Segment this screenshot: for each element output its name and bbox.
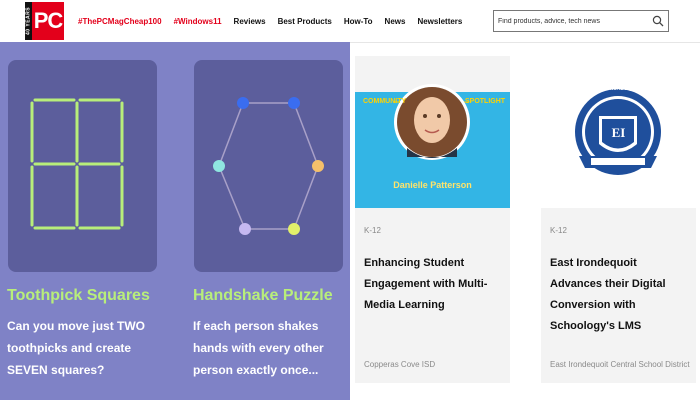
- card-title[interactable]: East Irondequoit Advances their Digital …: [550, 253, 690, 337]
- search-input[interactable]: [498, 14, 648, 28]
- toothpick-title[interactable]: Toothpick Squares: [7, 287, 150, 305]
- handshake-puzzle-card[interactable]: [194, 60, 343, 272]
- banner-spotlight: SPOTLIGHT: [465, 98, 506, 105]
- banner-community: COMMUNITY: [363, 98, 407, 105]
- article-card-east-irondequoit[interactable]: EAST IRONDEQUOIT EI K-12 East Irondequoi…: [541, 56, 696, 383]
- description-line: person exactly once...: [193, 363, 319, 377]
- site-header: 40 YEARS PC #ThePCMagCheap100 #Windows11…: [0, 0, 700, 43]
- description-line: If each person shakes: [193, 319, 319, 333]
- toothpick-grid-icon: [30, 98, 124, 230]
- toothpick-description: Can you move just TWO toothpicks and cre…: [7, 315, 167, 381]
- spotlight-person-name: Danielle Patterson: [393, 180, 472, 190]
- toothpick-puzzle-card[interactable]: [8, 60, 157, 272]
- description-line: SEVEN squares?: [7, 363, 105, 377]
- handshake-description: If each person shakes hands with every o…: [193, 315, 353, 381]
- handshake-title[interactable]: Handshake Puzzle: [193, 287, 333, 305]
- nav-link-windows11[interactable]: #Windows11: [174, 17, 222, 26]
- seal-initials: EI: [611, 125, 626, 140]
- nav-link-news[interactable]: News: [385, 17, 406, 26]
- search-icon[interactable]: [652, 15, 664, 27]
- main-nav: #ThePCMagCheap100 #Windows11 Reviews Bes…: [78, 0, 462, 42]
- card-source: East Irondequoit Central School District: [550, 360, 690, 369]
- card-title[interactable]: Enhancing Student Engagement with Multi-…: [364, 253, 504, 316]
- article-card-spotlight[interactable]: COMMUNITY SPOTLIGHT Danielle Patterson K…: [355, 56, 510, 383]
- nav-link-reviews[interactable]: Reviews: [234, 17, 266, 26]
- card-source: Copperas Cove ISD: [364, 360, 436, 369]
- logo-anniversary-label: 40 YEARS: [25, 2, 32, 40]
- search-box: [493, 10, 669, 32]
- nav-link-cheap100[interactable]: #ThePCMagCheap100: [78, 17, 162, 26]
- nav-link-newsletters[interactable]: Newsletters: [417, 17, 462, 26]
- description-line: Can you move just TWO: [7, 319, 146, 333]
- puzzles-panel: Toothpick Squares Can you move just TWO …: [0, 42, 350, 400]
- card-tag: K-12: [364, 226, 381, 235]
- hexagon-people-icon: [213, 97, 324, 235]
- card-tag: K-12: [550, 226, 567, 235]
- pcmag-logo[interactable]: 40 YEARS PC: [25, 2, 64, 40]
- description-line: toothpicks and create: [7, 341, 132, 355]
- nav-link-best-products[interactable]: Best Products: [278, 17, 332, 26]
- seal-text: EAST IRONDEQUOIT: [593, 86, 644, 92]
- nav-link-how-to[interactable]: How-To: [344, 17, 373, 26]
- description-line: hands with every other: [193, 341, 324, 355]
- logo-mark: PC: [33, 8, 64, 33]
